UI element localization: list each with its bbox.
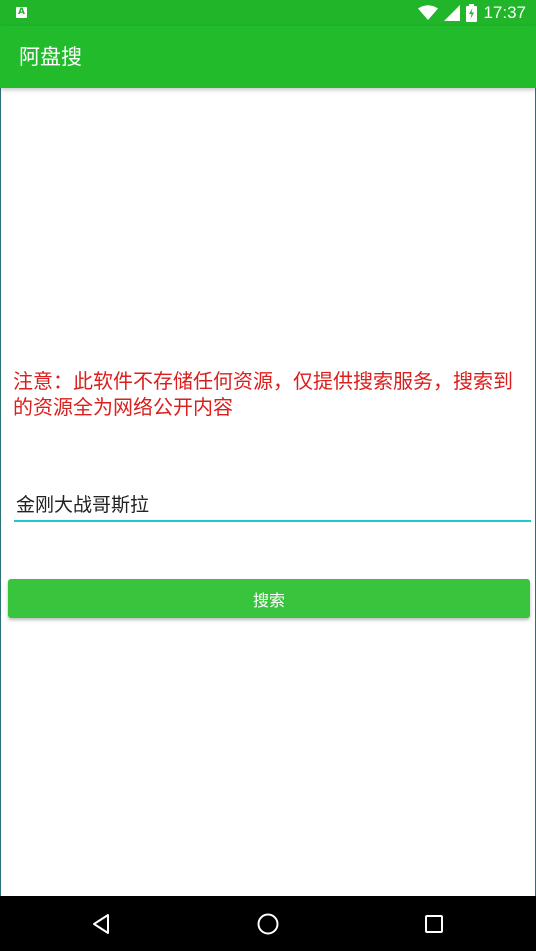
recents-button[interactable] [414, 904, 454, 944]
wifi-icon [418, 5, 439, 20]
signal-icon [444, 5, 461, 21]
back-button[interactable] [81, 904, 121, 944]
home-button[interactable] [248, 904, 288, 944]
search-input[interactable] [14, 486, 531, 522]
status-icons: 17:37 [418, 0, 526, 26]
recents-icon [425, 915, 443, 933]
app-title: 阿盘搜 [19, 45, 82, 69]
navigation-bar [0, 896, 536, 951]
back-icon [93, 914, 109, 934]
status-time: 17:37 [483, 3, 526, 22]
app-bar: 阿盘搜 [0, 26, 536, 88]
battery-charging-icon [466, 4, 478, 22]
status-bar: A 17:37 [0, 0, 536, 26]
notification-icon: A [16, 7, 27, 18]
home-icon [257, 913, 279, 935]
search-button[interactable]: 搜索 [8, 579, 530, 618]
notice-text: 注意：此软件不存储任何资源，仅提供搜索服务，搜索到的资源全为网络公开内容 [13, 369, 513, 419]
main-content: 注意：此软件不存储任何资源，仅提供搜索服务，搜索到的资源全为网络公开内容 搜索 [0, 88, 536, 896]
